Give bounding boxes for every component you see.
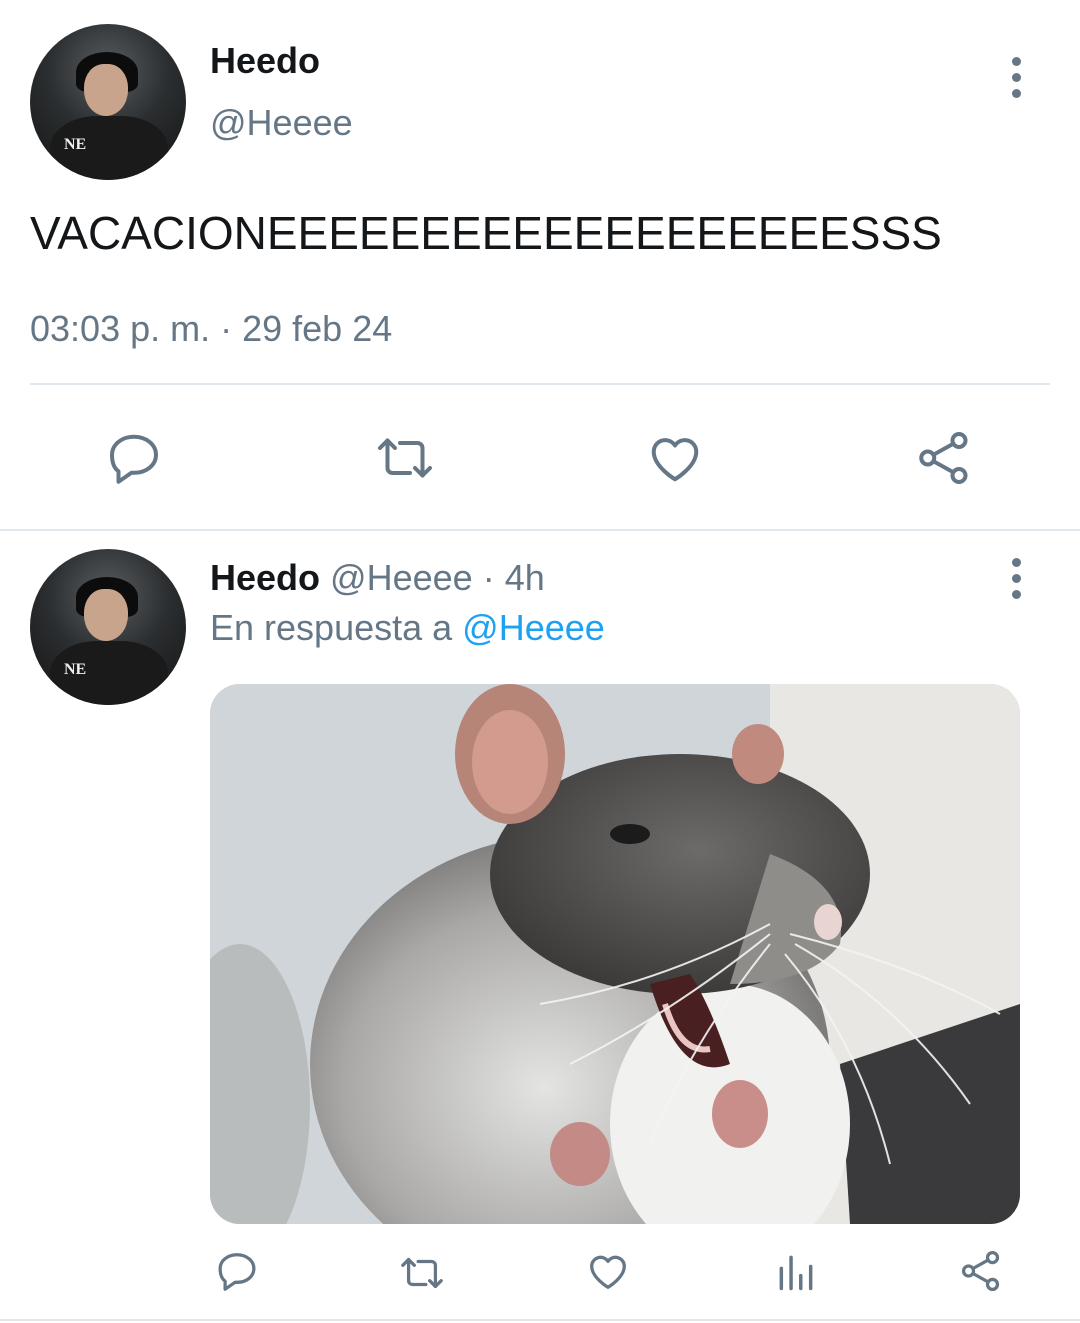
more-options-icon[interactable] (1012, 57, 1022, 105)
rat-photo[interactable] (210, 684, 1020, 1224)
analytics-icon[interactable] (774, 1250, 818, 1294)
reply-time-ago: 4h (504, 557, 545, 598)
reply-header: Heedo @Heeee · 4h (210, 557, 545, 599)
divider (30, 383, 1050, 385)
tweet-separator (0, 529, 1080, 531)
retweet-icon[interactable] (372, 428, 438, 488)
reply-author-handle[interactable]: @Heeee (330, 557, 473, 598)
reply-icon[interactable] (104, 428, 164, 488)
like-icon[interactable] (584, 1248, 632, 1294)
reply-prefix: En respuesta a (210, 607, 453, 648)
tweet-timestamp[interactable]: 03:03 p. m. · 29 feb 24 (30, 308, 392, 350)
reply-icon[interactable] (214, 1248, 260, 1294)
tweet-text: VACACIONEEEEEEEEEEEEEEEEEEESSS (30, 207, 942, 259)
dot-separator: · (482, 557, 495, 598)
author-handle[interactable]: @Heeee (210, 102, 353, 144)
reply-author-name[interactable]: Heedo (210, 557, 320, 598)
reply-author-avatar[interactable]: NE (30, 549, 186, 705)
like-icon[interactable] (645, 428, 705, 488)
author-avatar[interactable]: NE (30, 24, 186, 180)
retweet-icon[interactable] (396, 1250, 448, 1296)
reply-to-link[interactable]: @Heeee (462, 607, 605, 648)
author-name[interactable]: Heedo (210, 40, 320, 82)
share-icon[interactable] (914, 428, 974, 488)
more-options-icon[interactable] (1012, 558, 1022, 606)
reply-context: En respuesta a @Heeee (210, 607, 605, 649)
bottom-divider (0, 1319, 1080, 1321)
share-icon[interactable] (958, 1248, 1004, 1294)
